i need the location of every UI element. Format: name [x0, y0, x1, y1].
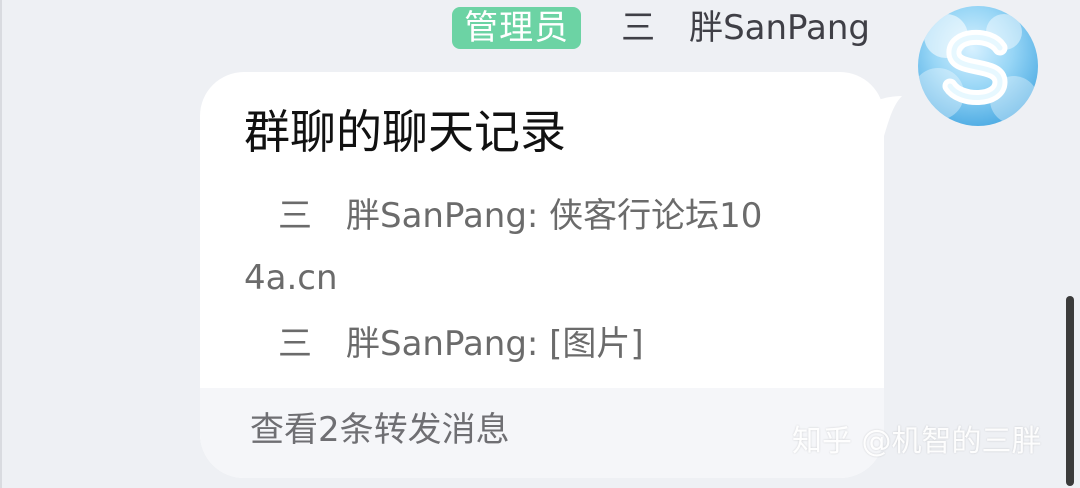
screen-edge [0, 0, 2, 488]
chat-preview-line: 三 胖SanPang: 侠客行论坛10 [244, 196, 763, 236]
vertical-scrollbar[interactable] [1066, 296, 1074, 486]
s-letter-cloud-avatar-icon [918, 6, 1038, 126]
sender-info: 管理员 三 胖SanPang [452, 6, 870, 50]
view-forwarded-messages-link[interactable]: 查看2条转发消息 [200, 388, 884, 478]
admin-role-badge: 管理员 [452, 7, 582, 49]
chat-record-title: 群聊的聊天记录 [244, 105, 566, 159]
chat-screen: 管理员 三 胖SanPang 群聊的聊天记录 三 胖SanPang: 侠客行论坛… [0, 0, 1080, 488]
forwarded-chat-message[interactable]: 群聊的聊天记录 三 胖SanPang: 侠客行论坛10 4a.cn 三 胖San… [200, 72, 884, 478]
chat-preview-image-line: 三 胖SanPang: [图片] [244, 324, 644, 364]
sender-avatar[interactable] [918, 6, 1038, 126]
sender-name[interactable]: 三 胖SanPang [621, 7, 870, 49]
watermark-text: 知乎 @机智的三胖 [792, 424, 1042, 459]
chat-preview-line-continued: 4a.cn [244, 258, 338, 298]
view-forwarded-messages-label: 查看2条转发消息 [250, 410, 510, 450]
